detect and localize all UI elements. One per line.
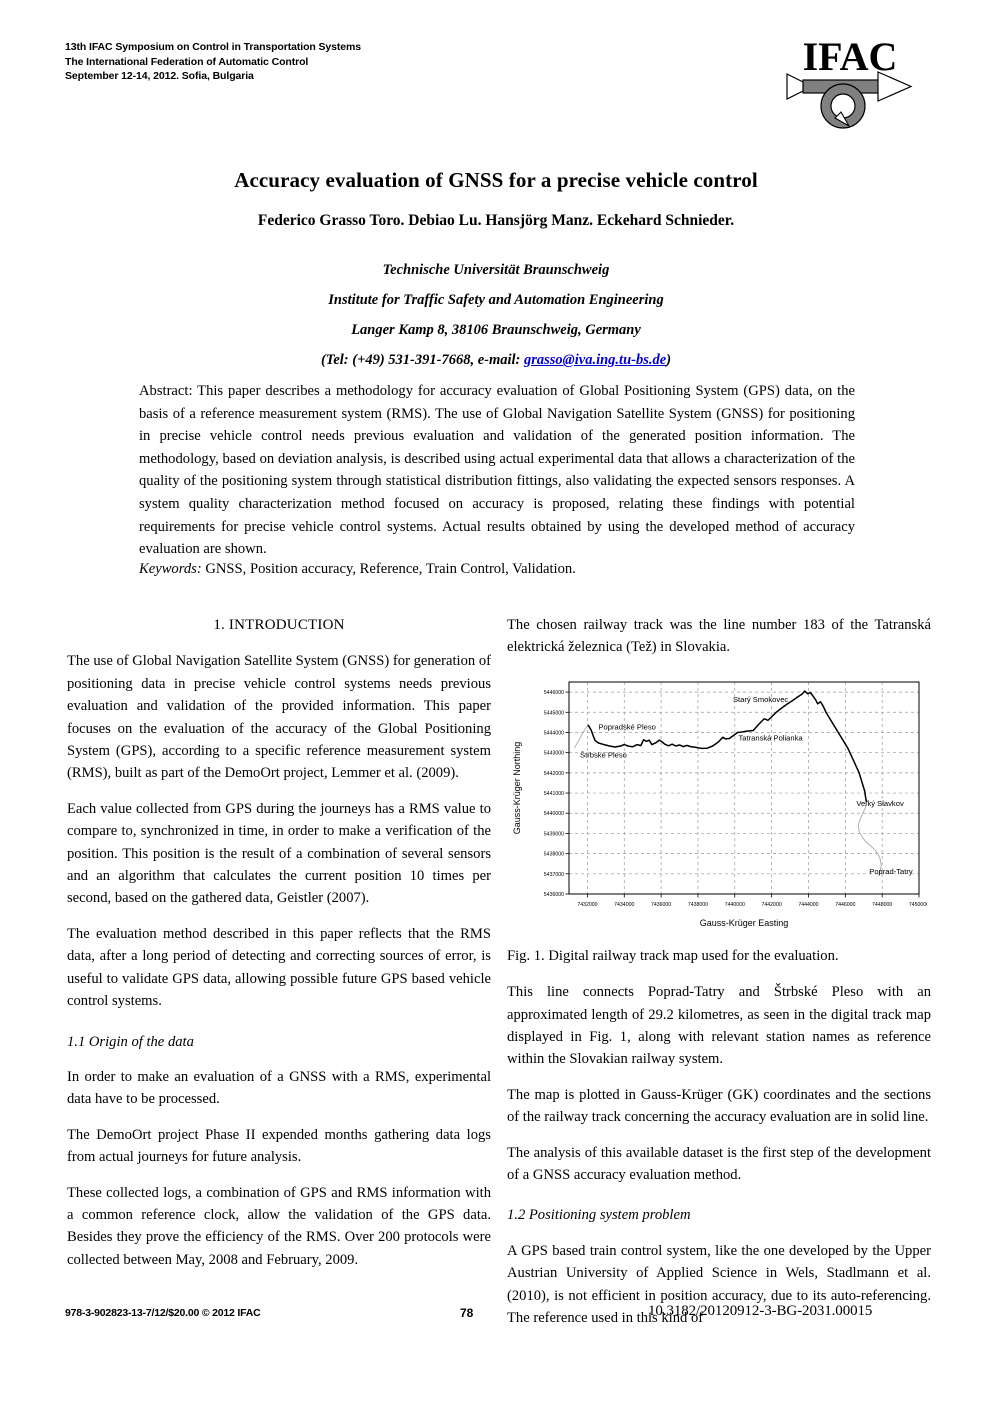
ifac-logo-icon: IFAC (786, 34, 913, 129)
paragraph: The use of Global Navigation Satellite S… (67, 653, 491, 782)
y-tick-label: 5439000 (544, 831, 564, 837)
paragraph: These collected logs, a combination of G… (67, 1184, 491, 1268)
paragraph: The DemoOrt project Phase II expended mo… (67, 1126, 491, 1166)
affiliation-block: Technische Universität Braunschweig Inst… (0, 255, 992, 375)
conference-header: 13th IFAC Symposium on Control in Transp… (65, 40, 361, 84)
paragraph: The chosen railway track was the line nu… (507, 617, 931, 656)
y-tick-label: 5444000 (544, 730, 564, 736)
conference-header-line-1: 13th IFAC Symposium on Control in Transp… (65, 41, 362, 53)
y-tick-label: 5446000 (544, 690, 564, 696)
paper-page: 13th IFAC Symposium on Control in Transp… (0, 0, 992, 1403)
station-label: Veľký Slavkov (856, 799, 904, 808)
station-label: Poprad-Tatry (869, 867, 913, 876)
x-tick-label: 7448000 (872, 902, 892, 908)
contact-suffix: ) (666, 352, 672, 368)
figure-1-railway-track-map: 7432000 7434000 7436000 7438000 7440000 74420… (507, 672, 927, 935)
x-axis-label: Gauss-Krüger Easting (700, 918, 789, 928)
paper-authors: Federico Grasso Toro. Debiao Lu. Hansjör… (257, 212, 735, 229)
figure-1-caption: Fig. 1. Digital railway track map used f… (507, 947, 839, 964)
y-tick-label: 5440000 (544, 811, 564, 817)
plot-background (569, 681, 919, 894)
paragraph: In order to make an evaluation of a GNSS… (67, 1068, 491, 1108)
subsection-heading-positioning-system-problem: 1.2 Positioning system problem (507, 1207, 691, 1224)
y-tick-label: 5438000 (544, 851, 564, 857)
paragraph: The map is plotted in Gauss-Krüger (GK) … (507, 1086, 931, 1126)
paragraph: Each value collected from GPS during the… (67, 800, 491, 907)
ifac-logo-text: IFAC (803, 34, 898, 79)
paper-title: Accuracy evaluation of GNSS for a precis… (234, 168, 758, 192)
conference-header-line-3: September 12-14, 2012. Sofia, Bulgaria (65, 70, 254, 82)
contact-prefix: (Tel: (+49) 531-391-7668, e-mail: (320, 352, 524, 368)
x-tick-label: 7444000 (798, 902, 818, 908)
y-tick-label: 5445000 (544, 710, 564, 716)
station-label: Tatranská Polianka (738, 733, 803, 742)
x-tick-label: 7432000 (577, 902, 597, 908)
x-tick-label: 7446000 (835, 902, 855, 908)
affiliation-contact: (Tel: (+49) 531-391-7668, e-mail: grasso… (0, 345, 992, 375)
x-tick-label: 7434000 (614, 902, 634, 908)
right-column: The chosen railway track was the line nu… (507, 614, 931, 1330)
x-tick-label: 7450000 (909, 902, 927, 908)
x-tick-label: 7440000 (725, 902, 745, 908)
paragraph: This line connects Poprad-Tatry and Štrb… (507, 984, 931, 1068)
abstract-label: Abstract: (139, 383, 193, 399)
station-label: Starý Smokovec (733, 695, 788, 704)
left-column: 1. INTRODUCTION The use of Global Naviga… (67, 614, 491, 1271)
abstract-text: This paper describes a methodology for a… (139, 383, 855, 558)
author-email-link[interactable]: grasso@iva.ing.tu-bs.de (524, 352, 666, 368)
conference-header-line-2: The International Federation of Automati… (65, 55, 309, 68)
affiliation-institute: Institute for Traffic Safety and Automat… (328, 292, 664, 308)
footer-page-number: 78 (460, 1306, 474, 1320)
affiliation-university: Technische Universität Braunschweig (382, 262, 610, 278)
paragraph: The evaluation method described in this … (67, 925, 491, 1010)
y-tick-label: 5441000 (544, 791, 564, 797)
x-tick-label: 7438000 (688, 902, 708, 908)
abstract-block: Abstract: This paper describes a methodo… (139, 380, 855, 561)
keywords-label: Keywords: (139, 561, 202, 577)
affiliation-address: Langer Kamp 8, 38106 Braunschweig, Germa… (351, 322, 641, 338)
paragraph: The analysis of this available dataset i… (507, 1144, 931, 1184)
ifac-logo: IFAC (775, 28, 925, 133)
keywords-text: GNSS, Position accuracy, Reference, Trai… (201, 561, 576, 577)
station-label: Popradské Pleso (598, 722, 655, 731)
y-tick-label: 5442000 (544, 771, 564, 777)
station-label: Štrbské Pleso (580, 751, 627, 760)
y-axis-label: Gauss-Krüger Northing (512, 742, 522, 835)
subsection-heading-origin-of-the-data: 1.1 Origin of the data (67, 1033, 194, 1050)
y-tick-label: 5436000 (544, 892, 564, 898)
railway-track-map-chart: 7432000 7434000 7436000 7438000 7440000 74420… (512, 681, 927, 928)
footer-isbn: 978-3-902823-13-7/12/$20.00 © 2012 IFAC (65, 1307, 261, 1319)
keywords-block: Keywords: GNSS, Position accuracy, Refer… (139, 558, 855, 581)
y-tick-label: 5437000 (544, 872, 564, 878)
x-tick-label: 7442000 (762, 902, 782, 908)
x-tick-label: 7436000 (651, 902, 671, 908)
y-tick-label: 5443000 (544, 750, 564, 756)
footer-doi: 10.3182/20120912-3-BG-2031.00015 (648, 1303, 873, 1319)
section-heading-introduction: 1. INTRODUCTION (213, 617, 345, 633)
